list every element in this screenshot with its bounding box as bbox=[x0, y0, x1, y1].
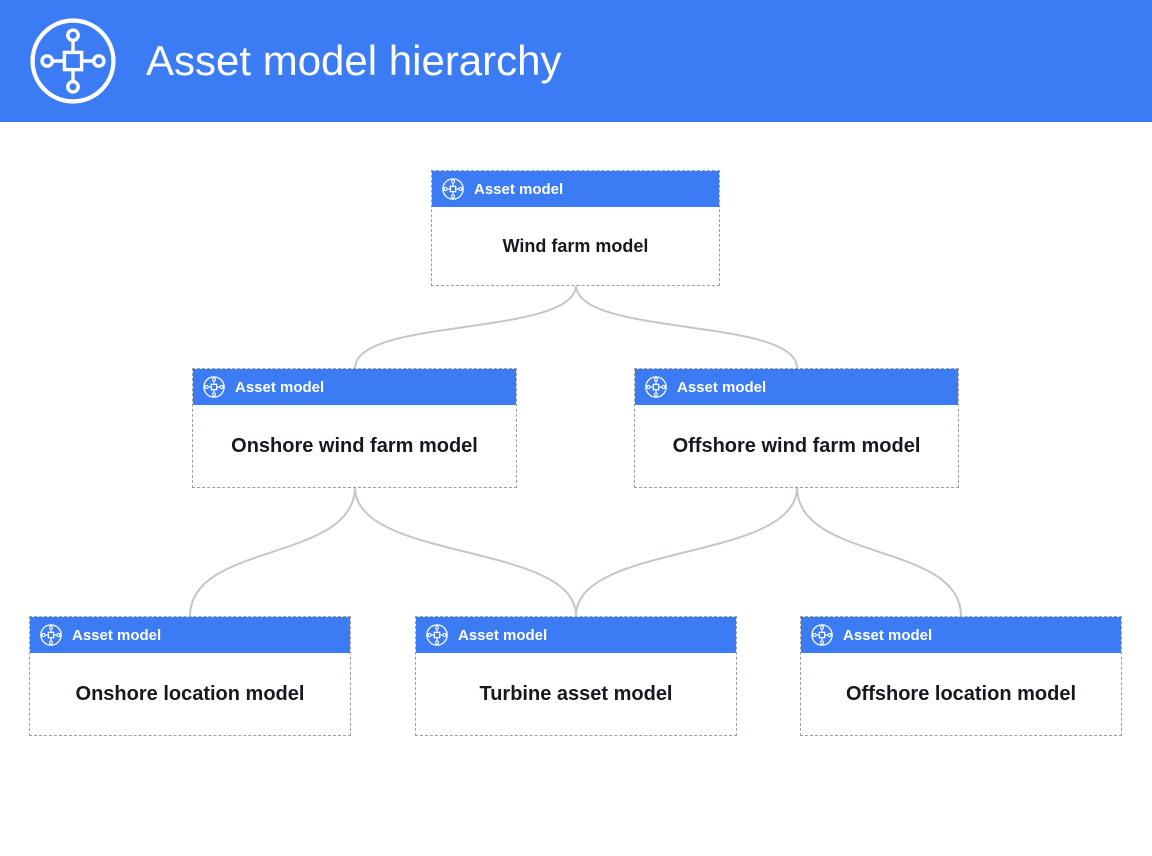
node-type-label: Asset model bbox=[677, 379, 766, 396]
node-onshore-wind-farm-model: Asset model Onshore wind farm model bbox=[192, 368, 517, 488]
page-title: Asset model hierarchy bbox=[146, 37, 562, 85]
node-header: Asset model bbox=[432, 171, 719, 207]
iot-sitewise-icon bbox=[30, 18, 116, 104]
asset-model-icon bbox=[40, 624, 62, 646]
node-type-label: Asset model bbox=[235, 379, 324, 396]
node-header: Asset model bbox=[30, 617, 350, 653]
diagram-canvas: Asset model Wind farm model Asset model … bbox=[0, 122, 1152, 856]
node-offshore-wind-farm-model: Asset model Offshore wind farm model bbox=[634, 368, 959, 488]
node-type-label: Asset model bbox=[474, 181, 563, 198]
asset-model-icon bbox=[442, 178, 464, 200]
node-title: Onshore location model bbox=[30, 653, 350, 735]
node-header: Asset model bbox=[193, 369, 516, 405]
node-title: Offshore wind farm model bbox=[635, 405, 958, 487]
node-title: Wind farm model bbox=[432, 207, 719, 285]
asset-model-icon bbox=[426, 624, 448, 646]
node-header: Asset model bbox=[416, 617, 736, 653]
node-offshore-location-model: Asset model Offshore location model bbox=[800, 616, 1122, 736]
asset-model-icon bbox=[811, 624, 833, 646]
asset-model-icon bbox=[203, 376, 225, 398]
node-title: Offshore location model bbox=[801, 653, 1121, 735]
asset-model-icon bbox=[645, 376, 667, 398]
node-title: Turbine asset model bbox=[416, 653, 736, 735]
node-header: Asset model bbox=[635, 369, 958, 405]
page-header: Asset model hierarchy bbox=[0, 0, 1152, 122]
node-title: Onshore wind farm model bbox=[193, 405, 516, 487]
node-onshore-location-model: Asset model Onshore location model bbox=[29, 616, 351, 736]
node-type-label: Asset model bbox=[72, 627, 161, 644]
node-header: Asset model bbox=[801, 617, 1121, 653]
node-wind-farm-model: Asset model Wind farm model bbox=[431, 170, 720, 286]
node-turbine-asset-model: Asset model Turbine asset model bbox=[415, 616, 737, 736]
node-type-label: Asset model bbox=[458, 627, 547, 644]
node-type-label: Asset model bbox=[843, 627, 932, 644]
